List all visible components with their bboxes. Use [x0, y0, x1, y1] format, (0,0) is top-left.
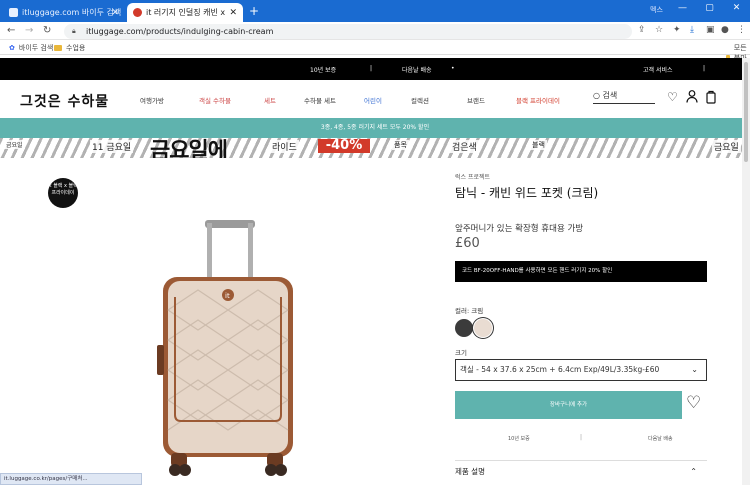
topbar-separator: | [703, 65, 706, 72]
browser-tab-strip: itluggage.com 바이두 검색 ✕ it 러기지 인덜징 캐빈 x ✕… [0, 0, 750, 22]
topbar-warranty[interactable]: 10년 보증 [310, 65, 336, 74]
download-icon[interactable]: ⤓ [690, 25, 694, 35]
menu-kebab-icon[interactable]: ⋮ [737, 25, 746, 35]
color-swatch-black[interactable] [455, 319, 473, 337]
search-icon: ○ [593, 91, 600, 100]
account-icon[interactable] [686, 90, 698, 106]
nav-item-luggage-sets[interactable]: 수하물 세트 [304, 95, 336, 105]
close-tab-icon[interactable]: ✕ [229, 8, 237, 18]
color-swatch-cream[interactable] [474, 319, 492, 337]
it-luggage-favicon-icon [133, 8, 142, 17]
nav-item-cabin-luggage[interactable]: 객실 수하물 [199, 95, 231, 105]
tab-title: itluggage.com 바이두 검색 [22, 8, 122, 17]
banner-word: 11 금요일 [90, 140, 134, 153]
forward-arrow-icon[interactable]: → [25, 25, 33, 36]
nav-item-kids[interactable]: 어린이 [364, 95, 382, 105]
nav-item-sets[interactable]: 세트 [264, 95, 276, 105]
scrollbar-thumb[interactable] [744, 62, 748, 162]
heart-icon[interactable]: ♡ [667, 90, 678, 104]
sidebar-icon[interactable]: ▣ [706, 25, 715, 35]
discount-burst: -40% [318, 139, 370, 153]
guarantee-delivery: 다음날 배송 [648, 436, 673, 442]
add-to-cart-button[interactable]: 장바구니에 추가 [455, 391, 682, 419]
size-select[interactable]: 객실 - 54 x 37.6 x 25cm + 6.4cm Exp/49L/3.… [455, 359, 707, 381]
chevron-down-icon: ⌄ [691, 365, 698, 374]
nav-item-black-friday[interactable]: 블랙 프라이데이 [516, 95, 560, 105]
star-icon[interactable]: ☆ [655, 25, 663, 35]
url-text: itluggage.com/products/indulging-cabin-c… [86, 27, 274, 36]
share-icon[interactable]: ⇪ [638, 25, 646, 35]
nav-item-brands[interactable]: 브랜드 [467, 95, 485, 105]
close-tab-icon[interactable]: ✕ [111, 8, 119, 18]
guarantee-warranty: 10년 보증 [508, 436, 530, 442]
product-image-suitcase[interactable]: it [155, 215, 305, 480]
cart-bag-icon[interactable] [706, 90, 716, 107]
topbar-delivery[interactable]: 다음날 배송 [402, 65, 432, 74]
product-description-accordion[interactable]: 제품 설명 ⌃ [455, 460, 707, 482]
product-description: 앞주머니가 있는 확장형 휴대용 가방 [455, 224, 584, 234]
nav-item-suitcases[interactable]: 여행가방 [140, 95, 164, 105]
profile-avatar-icon[interactable]: ● [721, 25, 729, 35]
chevron-up-icon: ⌃ [690, 467, 697, 476]
site-top-bar: 10년 보증 | 다음날 배송 • 고객 서비스 | [0, 58, 750, 80]
guarantee-separator: | [580, 434, 583, 441]
product-title: 탐닉 - 캐빈 위드 포켓 (크림) [455, 186, 599, 200]
wishlist-heart-icon[interactable]: ♡ [686, 393, 701, 413]
close-window-button[interactable]: ✕ [723, 0, 750, 22]
back-arrow-icon[interactable]: ← [7, 25, 15, 36]
banner-word: 품목 [392, 140, 409, 150]
search-field[interactable]: ○ 검색 [593, 90, 655, 104]
minimize-button[interactable]: — [669, 0, 696, 22]
window-controls: — ▢ ✕ [669, 0, 750, 22]
bookmarks-bar: ✿ 바이두 검색 수업용 모든 북마크 [0, 40, 750, 72]
url-field[interactable]: 🔒︎ itluggage.com/products/indulging-cabi… [64, 24, 632, 39]
search-placeholder: 검색 [602, 91, 618, 100]
size-selected-value: 객실 - 54 x 37.6 x 25cm + 6.4cm Exp/49L/3.… [460, 365, 660, 374]
tab-product-page[interactable]: it 러기지 인덜징 캐빈 x ✕ [127, 3, 243, 22]
topbar-dot: • [451, 65, 455, 72]
banner-word: 블랙 [530, 140, 547, 150]
bookmark-folder[interactable]: 수업용 [54, 43, 85, 53]
product-price: £60 [455, 236, 480, 251]
banner-word: 금요일 [712, 140, 741, 153]
brand-line[interactable]: 럭스 프로젝트 [455, 172, 490, 181]
discount-code-bar: 코드 BF-20OFF-HAND를 사용하면 모든 핸드 러기지 20% 할인 [455, 261, 707, 282]
baidu-favicon-icon [9, 8, 18, 17]
maximize-button[interactable]: ▢ [696, 0, 723, 22]
browser-status-url: it.luggage.co.kr/pages/구매처... [0, 473, 142, 485]
black-friday-banner[interactable]: 금요일 11 금요일 금요일에 라이드 -40% 품목 검은색 블랙 금요일 [0, 138, 750, 158]
banner-word: 금요일 [4, 140, 25, 149]
reload-icon[interactable]: ↻ [43, 25, 51, 36]
folder-icon [54, 45, 62, 51]
baidu-paw-icon: ✿ [9, 44, 15, 52]
promo-banner[interactable]: 3종, 4종, 5종 러기지 세트 모두 20% 할인 [0, 118, 750, 138]
address-bar-row: ← → ↻ 🔒︎ itluggage.com/products/indulgin… [0, 22, 750, 40]
size-label: 크기 [455, 349, 467, 357]
nav-item-collections[interactable]: 컬렉션 [411, 95, 429, 105]
svg-text:it: it [225, 292, 230, 300]
bookmark-label: 수업용 [66, 44, 86, 52]
tab-baidu-search[interactable]: itluggage.com 바이두 검색 ✕ [3, 3, 125, 22]
bookmark-baidu[interactable]: ✿ 바이두 검색 [9, 43, 53, 53]
topbar-separator: | [370, 65, 373, 72]
site-logo[interactable]: 그것은 수하물 [20, 91, 109, 111]
profile-label: 멕스 [650, 6, 663, 14]
lock-icon: 🔒︎ [72, 27, 76, 35]
banner-headline: 금요일에 [150, 139, 228, 158]
new-tab-button[interactable]: + [249, 4, 259, 18]
topbar-customer-service[interactable]: 고객 서비스 [643, 65, 673, 74]
extensions-icon[interactable]: ✦ [673, 25, 681, 35]
accordion-label: 제품 설명 [455, 467, 485, 476]
banner-word: 검은색 [450, 140, 479, 153]
site-header: 그것은 수하물 여행가방 객실 수하물 세트 수하물 세트 어린이 컬렉션 브랜… [0, 82, 750, 116]
bookmark-label: 바이두 검색 [18, 44, 54, 52]
tab-title: it 러기지 인덜징 캐빈 x [146, 8, 226, 17]
color-label: 컬러: 크림 [455, 307, 484, 315]
banner-word: 라이드 [270, 140, 299, 153]
black-friday-badge: it 블랙 x 블랙 프라이데이 [48, 178, 78, 208]
